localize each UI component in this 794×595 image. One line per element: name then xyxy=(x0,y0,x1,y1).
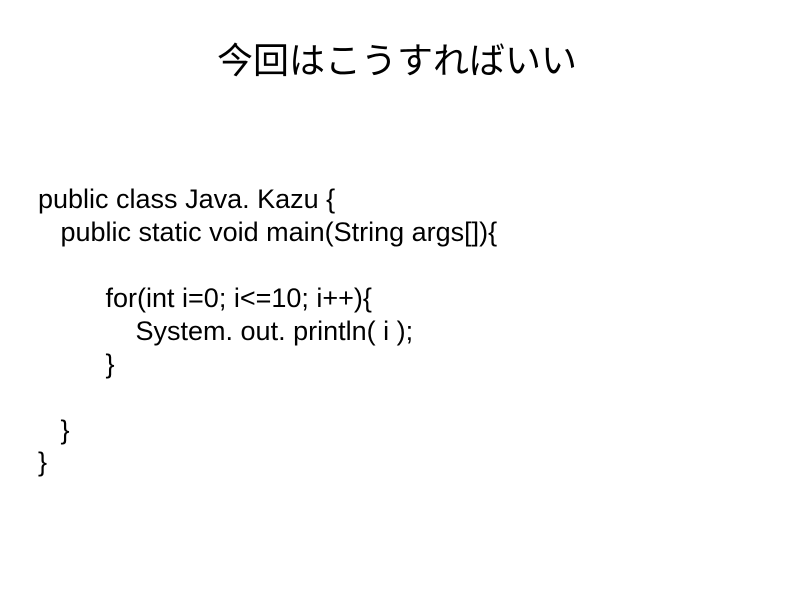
slide: 今回はこうすればいい public class Java. Kazu { pub… xyxy=(0,0,794,595)
code-line: for(int i=0; i<=10; i++){ xyxy=(38,283,372,313)
slide-title: 今回はこうすればいい xyxy=(0,32,794,84)
code-line: } xyxy=(38,447,47,477)
code-line: System. out. println( i ); xyxy=(38,316,413,346)
code-line: } xyxy=(38,349,115,379)
code-block: public class Java. Kazu { public static … xyxy=(38,150,497,479)
code-line: public static void main(String args[]){ xyxy=(38,217,497,247)
code-line: } xyxy=(38,415,70,445)
code-line: public class Java. Kazu { xyxy=(38,184,335,214)
